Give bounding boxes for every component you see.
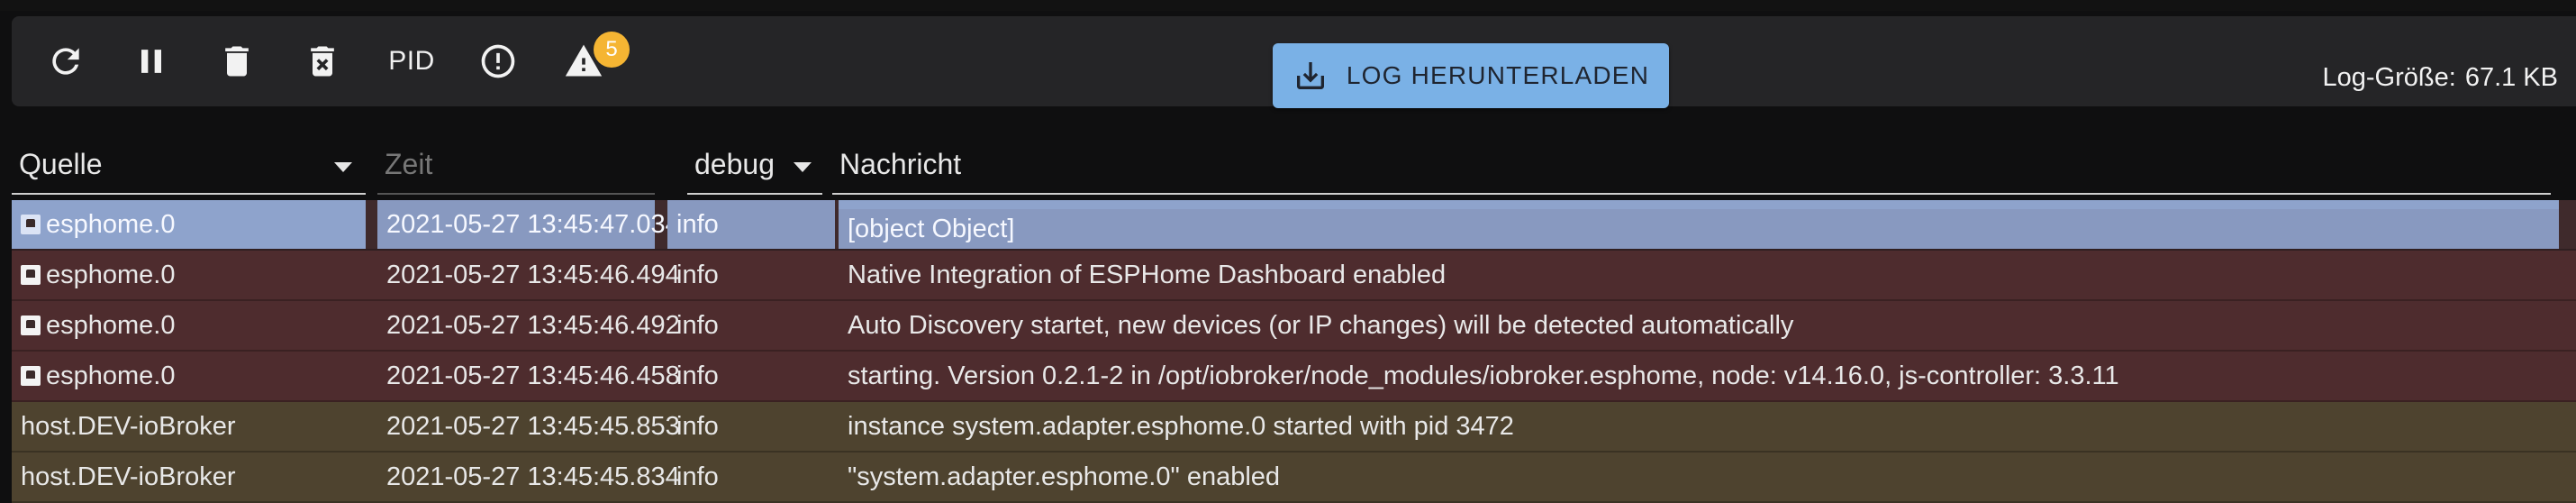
log-time: 2021-05-27 13:45:46.492 (386, 310, 680, 340)
adapter-icon (21, 366, 41, 386)
source-dropdown-arrow-icon (334, 162, 352, 172)
log-source: esphome.0 (12, 200, 366, 249)
log-size-label: Log-Größe: (2322, 62, 2456, 92)
log-time: 2021-05-27 13:45:46.458 (386, 361, 680, 390)
severity-filter[interactable]: debug (687, 135, 822, 195)
error-icon[interactable] (470, 16, 526, 106)
source-column-filter[interactable]: Quelle (12, 135, 366, 195)
message-column-label: Nachricht (839, 148, 962, 180)
adapter-icon (21, 316, 41, 335)
download-log-label: LOG HERUNTERLADEN (1346, 61, 1650, 89)
log-size: Log-Größe: 67.1 KB (2323, 32, 2558, 123)
delete-icon[interactable] (209, 16, 265, 106)
log-severity: info (676, 260, 719, 289)
log-toolbar: PID 5 LOG HERUNTERLADEN Log-Größe: 67.1 … (12, 16, 2576, 108)
log-table: esphome.0 2021-05-27 13:45:47.034 info [… (12, 200, 2576, 503)
log-message: starting. Version 0.2.1-2 in /opt/iobrok… (848, 361, 2119, 390)
log-severity: info (676, 361, 719, 390)
log-source: esphome.0 (12, 352, 366, 400)
pid-button[interactable]: PID (377, 16, 446, 106)
log-severity: info (676, 411, 719, 441)
log-source: host.DEV-ioBroker (21, 462, 236, 491)
log-row[interactable]: esphome.0 2021-05-27 13:45:46.492 info A… (12, 301, 2576, 352)
log-source: esphome.0 (12, 301, 366, 350)
log-time: 2021-05-27 13:45:45.853 (386, 411, 680, 441)
time-column-filter[interactable]: Zeit (377, 135, 655, 195)
log-message: [object Object] (839, 209, 2559, 249)
time-column-label: Zeit (385, 148, 433, 180)
log-message: instance system.adapter.esphome.0 starte… (848, 411, 1514, 441)
log-row[interactable]: esphome.0 2021-05-27 13:45:46.494 info N… (12, 251, 2576, 301)
log-severity: info (676, 310, 719, 340)
source-column-label: Quelle (19, 148, 103, 180)
log-time: 2021-05-27 13:45:45.834 (386, 462, 680, 491)
severity-filter-label: debug (694, 148, 775, 180)
log-severity: info (667, 200, 835, 249)
log-size-value: 67.1 KB (2464, 62, 2558, 92)
refresh-icon[interactable] (38, 16, 94, 106)
message-column-filter[interactable]: Nachricht (832, 135, 2551, 195)
download-log-button[interactable]: LOG HERUNTERLADEN (1273, 43, 1669, 108)
top-strip (0, 0, 2576, 11)
adapter-icon (21, 215, 41, 234)
log-time: 2021-05-27 13:45:46.494 (386, 260, 680, 289)
log-message: Native Integration of ESPHome Dashboard … (848, 260, 1447, 289)
delete-forever-icon[interactable] (295, 16, 350, 106)
log-row[interactable]: host.DEV-ioBroker 2021-05-27 13:45:45.85… (12, 402, 2576, 453)
severity-dropdown-arrow-icon (794, 162, 812, 172)
log-source: esphome.0 (12, 251, 366, 299)
download-icon (1296, 62, 1324, 89)
log-message: Auto Discovery startet, new devices (or … (848, 310, 1794, 340)
log-row[interactable]: esphome.0 2021-05-27 13:45:46.458 info s… (12, 352, 2576, 402)
log-message: "system.adapter.esphome.0" enabled (848, 462, 1281, 491)
log-time: 2021-05-27 13:45:47.034 (377, 200, 680, 249)
adapter-icon (21, 265, 41, 285)
warning-count-badge: 5 (594, 32, 630, 68)
pause-icon[interactable] (123, 16, 179, 106)
log-row[interactable]: esphome.0 2021-05-27 13:45:47.034 info [… (12, 200, 2576, 251)
log-source: host.DEV-ioBroker (21, 411, 236, 441)
log-severity: info (676, 462, 719, 491)
